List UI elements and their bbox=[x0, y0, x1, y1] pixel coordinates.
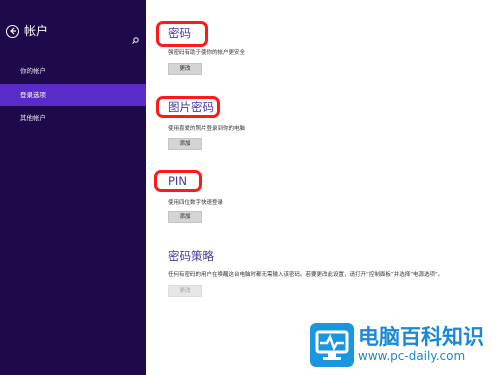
change-password-button[interactable]: 更改 bbox=[168, 63, 202, 75]
password-policy-description: 任何有密码的用户在唤醒这台电脑时都无需输入该密码。若要更改此设置，请打开“控制面… bbox=[168, 272, 444, 278]
watermark: 电脑百科知识 www.pc-daily.com bbox=[296, 315, 500, 375]
change-policy-button[interactable]: 更改 bbox=[168, 285, 202, 297]
watermark-text-block: 电脑百科知识 www.pc-daily.com bbox=[358, 325, 498, 363]
sidebar-item-sign-in-options[interactable]: 登录选项 bbox=[0, 84, 146, 106]
watermark-url: www.pc-daily.com bbox=[358, 349, 466, 363]
password-title: 密码 bbox=[168, 26, 191, 40]
password-description: 强密码有助于使你的帐户更安全 bbox=[168, 50, 246, 56]
picture-password-description: 使用喜爱的照片登录到你的电脑 bbox=[168, 126, 246, 132]
back-arrow-icon[interactable] bbox=[6, 24, 19, 38]
sidebar-item-your-account[interactable]: 你的帐户 bbox=[0, 60, 146, 82]
add-pin-button[interactable]: 添加 bbox=[168, 211, 202, 223]
sidebar-item-label: 你的帐户 bbox=[20, 67, 46, 75]
pin-title: PIN bbox=[168, 174, 187, 188]
sidebar-item-label: 登录选项 bbox=[20, 91, 46, 99]
sidebar-header: 帐户 bbox=[6, 24, 48, 38]
sidebar: 帐户 你的帐户 登录选项 其他帐户 bbox=[0, 0, 146, 375]
password-policy-title: 密码策略 bbox=[168, 249, 214, 263]
watermark-title: 电脑百科知识 bbox=[358, 325, 484, 349]
sidebar-item-label: 其他帐户 bbox=[20, 114, 46, 122]
add-picture-password-button[interactable]: 添加 bbox=[168, 138, 202, 150]
picture-password-title: 图片密码 bbox=[168, 100, 214, 114]
monitor-pulse-icon bbox=[310, 323, 354, 367]
sidebar-title: 帐户 bbox=[24, 24, 49, 38]
pin-description: 使用四位数字快速登录 bbox=[168, 200, 224, 206]
search-icon[interactable] bbox=[132, 29, 139, 48]
sidebar-item-other-accounts[interactable]: 其他帐户 bbox=[0, 107, 146, 129]
